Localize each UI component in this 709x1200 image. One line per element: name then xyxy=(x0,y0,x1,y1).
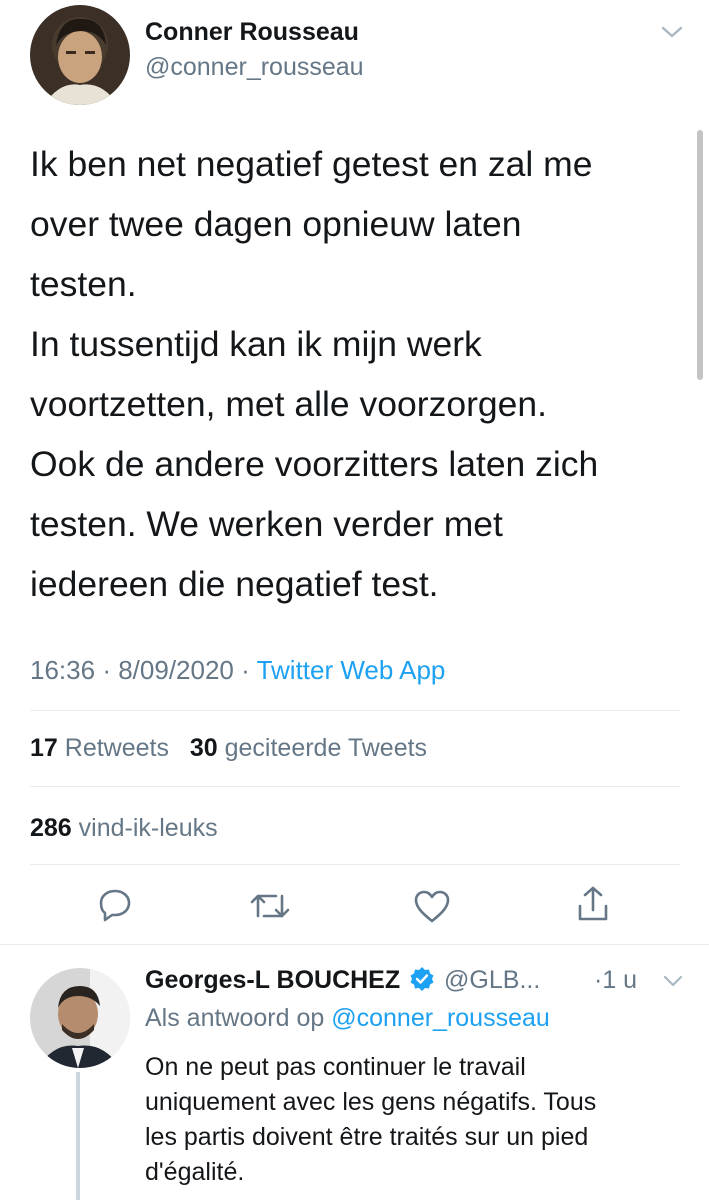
reply-author-avatar[interactable] xyxy=(30,968,130,1068)
quotes-label: geciteerde Tweets xyxy=(224,734,428,762)
tweet-line: iedereen die negatief test. xyxy=(30,564,439,604)
tweet-line: testen. xyxy=(30,264,137,304)
reply-icon[interactable] xyxy=(96,886,134,929)
tweet-source[interactable]: Twitter Web App xyxy=(257,655,446,685)
retweet-icon[interactable] xyxy=(248,888,292,929)
reply-line: uniquement avec les gens négatifs. Tous xyxy=(145,1088,597,1116)
heart-icon[interactable] xyxy=(412,888,452,929)
author-avatar[interactable] xyxy=(30,5,130,105)
reply-header: Georges-L BOUCHEZ @GLB... xyxy=(145,966,540,999)
tweet-line: testen. We werken verder met xyxy=(30,504,503,544)
tweet-line: Ik ben net negatief getest en zal me xyxy=(30,144,593,184)
reply-timestamp[interactable]: ·1 u xyxy=(594,966,637,995)
thread-line xyxy=(76,1072,80,1200)
verified-badge-icon xyxy=(409,966,435,999)
tweet-time[interactable]: 16:36 xyxy=(30,655,95,685)
scrollbar-thumb[interactable] xyxy=(697,130,703,380)
tweet-body: Ik ben net negatief getest en zal me ove… xyxy=(30,134,690,614)
quotes-stat[interactable]: 30 geciteerde Tweets xyxy=(190,734,427,762)
in-reply-to: Als antwoord op @conner_rousseau xyxy=(145,1004,550,1033)
tweet-line: voortzetten, met alle voorzorgen. xyxy=(30,384,547,424)
tweet-date[interactable]: 8/09/2020 xyxy=(118,655,234,685)
tweet-meta: 16:36 · 8/09/2020 · Twitter Web App xyxy=(30,655,445,686)
tweet-line: In tussentijd kan ik mijn werk xyxy=(30,324,482,364)
reply-line: d'égalité. xyxy=(145,1158,245,1186)
reply-line: les partis doivent être traités sur un p… xyxy=(145,1123,589,1151)
likes-stat[interactable]: 286 vind-ik-leuks xyxy=(30,814,218,843)
reply-chevron-down-icon[interactable] xyxy=(662,974,684,993)
retweets-count: 17 xyxy=(30,734,58,762)
retweets-label: Retweets xyxy=(64,734,169,762)
likes-count: 286 xyxy=(30,814,72,842)
meta-separator: · xyxy=(102,655,111,685)
reply-line: On ne peut pas continuer le travail xyxy=(145,1053,526,1081)
chevron-down-icon[interactable] xyxy=(660,24,684,45)
retweets-stat[interactable]: 17 Retweets xyxy=(30,734,176,762)
quotes-count: 30 xyxy=(189,734,218,762)
author-handle[interactable]: @conner_rousseau xyxy=(145,53,364,82)
in-reply-prefix: Als antwoord op xyxy=(145,1004,325,1032)
author-name[interactable]: Conner Rousseau xyxy=(145,18,359,47)
stats-row-retweets: 17 Retweets 30 geciteerde Tweets xyxy=(30,734,427,763)
divider xyxy=(30,786,680,787)
share-icon[interactable] xyxy=(574,884,612,929)
divider xyxy=(30,710,680,711)
likes-label: vind-ik-leuks xyxy=(78,814,218,842)
reply-author-handle[interactable]: @GLB... xyxy=(444,966,540,994)
meta-separator: · xyxy=(241,655,250,685)
in-reply-handle-link[interactable]: @conner_rousseau xyxy=(331,1004,550,1032)
divider xyxy=(30,864,680,865)
reply-author-name[interactable]: Georges-L BOUCHEZ xyxy=(145,966,400,994)
tweet-line: Ook de andere voorzitters laten zich xyxy=(30,444,599,484)
tweet-line: over twee dagen opnieuw laten xyxy=(30,204,522,244)
reply-body: On ne peut pas continuer le travail uniq… xyxy=(145,1050,695,1190)
divider xyxy=(0,944,709,945)
